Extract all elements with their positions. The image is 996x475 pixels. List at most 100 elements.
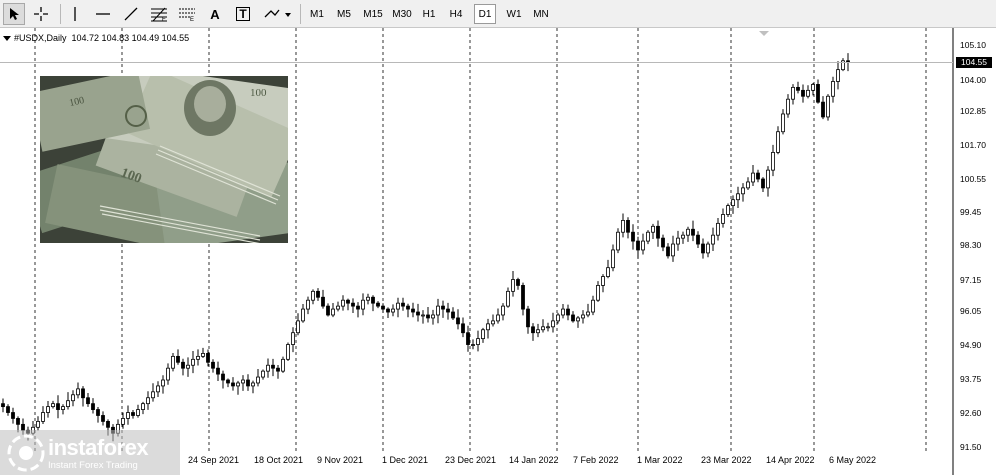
candle-body <box>776 131 780 153</box>
candle-body <box>616 231 620 251</box>
candle-body <box>186 364 190 369</box>
candle-body <box>246 379 250 387</box>
candle-body <box>606 267 610 277</box>
candle-body <box>461 323 465 334</box>
chart-shift-marker <box>759 31 769 36</box>
candle-body <box>66 400 70 408</box>
candle-body <box>151 391 155 399</box>
candle-body <box>236 382 240 387</box>
candle-body <box>276 367 280 372</box>
vertical-line-icon[interactable] <box>64 3 86 25</box>
candle-body <box>346 299 350 304</box>
candle-body <box>106 420 110 428</box>
candle-body <box>796 86 800 91</box>
candle-body <box>1 403 5 408</box>
text-icon[interactable]: A <box>204 3 226 25</box>
candle-body <box>826 95 830 118</box>
timeframe-d1[interactable]: D1 <box>474 4 496 24</box>
candle-body <box>86 397 90 405</box>
candle-body <box>676 237 680 245</box>
price-tick-label: 102.85 <box>960 106 986 116</box>
candle-body <box>381 305 385 310</box>
candle-body <box>766 169 770 189</box>
candle-body <box>121 418 125 425</box>
toolbar: F E A T M1 M5 M15 M30 H1 H4 D1 W1 MN <box>0 0 996 28</box>
candle-body <box>736 193 740 201</box>
price-tick-label: 98.30 <box>960 240 982 250</box>
candle-body <box>786 98 790 115</box>
crosshair-icon[interactable] <box>30 3 52 25</box>
candle-body <box>341 299 345 307</box>
candle-body <box>496 314 500 322</box>
candle-body <box>451 311 455 319</box>
watermark-tagline: Instant Forex Trading <box>48 460 138 471</box>
candle-body <box>211 361 215 369</box>
candle-body <box>261 370 265 378</box>
candle-body <box>811 84 815 91</box>
candle-body <box>596 285 600 301</box>
candle-body <box>391 308 395 313</box>
shapes-dropdown-icon[interactable] <box>262 3 294 25</box>
horizontal-line-icon[interactable] <box>92 3 114 25</box>
svg-text:E: E <box>190 17 194 22</box>
candle-body <box>581 314 585 319</box>
candle-body <box>181 361 185 369</box>
cursor-icon[interactable] <box>3 3 25 25</box>
price-tick-label: 100.55 <box>960 174 986 184</box>
candle-body <box>806 89 810 97</box>
candle-body <box>286 344 290 360</box>
candle-body <box>471 344 475 346</box>
candle-body <box>91 403 95 410</box>
timeframe-m5[interactable]: M5 <box>331 4 357 24</box>
candle-body <box>206 353 210 363</box>
text-label-icon[interactable]: T <box>232 3 254 25</box>
candle-body <box>751 172 755 183</box>
symbol-name: #USDX,Daily <box>14 33 67 43</box>
timeframe-m30[interactable]: M30 <box>388 4 416 24</box>
candle-body <box>176 355 180 363</box>
price-tick-label: 96.05 <box>960 306 982 316</box>
trendline-icon[interactable] <box>120 3 142 25</box>
candle-body <box>376 302 380 307</box>
candle-body <box>61 406 65 410</box>
candle-body <box>491 320 495 325</box>
candle-body <box>716 222 720 236</box>
date-tick-label: 6 May 2022 <box>829 455 877 465</box>
candle-body <box>401 302 405 307</box>
timeframe-m1[interactable]: M1 <box>304 4 330 24</box>
candle-body <box>741 187 745 195</box>
timeframe-mn[interactable]: MN <box>528 4 554 24</box>
candle-body <box>601 276 605 286</box>
candle-body <box>241 379 245 384</box>
timeframe-m15[interactable]: M15 <box>358 4 388 24</box>
candle-body <box>266 364 270 372</box>
candle-body <box>771 152 775 171</box>
fibonacci-expansion-icon[interactable]: E <box>176 3 198 25</box>
candle-body <box>446 308 450 313</box>
toolbar-separator <box>300 4 301 24</box>
fibonacci-icon[interactable]: F <box>148 3 170 25</box>
candle-body <box>746 181 750 189</box>
timeframe-h1[interactable]: H1 <box>416 4 442 24</box>
candle-body <box>526 308 530 328</box>
candle-body <box>36 420 40 428</box>
candle-body <box>546 326 550 329</box>
candle-body <box>271 364 275 369</box>
timeframe-h4[interactable]: H4 <box>443 4 469 24</box>
candle-body <box>646 231 650 242</box>
candle-body <box>11 412 15 419</box>
date-tick-label: 23 Mar 2022 <box>701 455 752 465</box>
candle-body <box>171 355 175 369</box>
candle-body <box>361 299 365 310</box>
price-tick-label: 91.50 <box>960 442 982 452</box>
symbol-menu-arrow-icon[interactable] <box>3 36 11 41</box>
candle-body <box>406 305 410 310</box>
candle-body <box>551 320 555 328</box>
price-tick-label: 105.10 <box>960 40 986 50</box>
current-price-badge: 104.55 <box>956 57 992 68</box>
price-tick-label: 92.60 <box>960 408 982 418</box>
timeframe-w1[interactable]: W1 <box>501 4 527 24</box>
candle-body <box>816 84 820 103</box>
candle-body <box>291 332 295 345</box>
candle-body <box>316 290 320 298</box>
